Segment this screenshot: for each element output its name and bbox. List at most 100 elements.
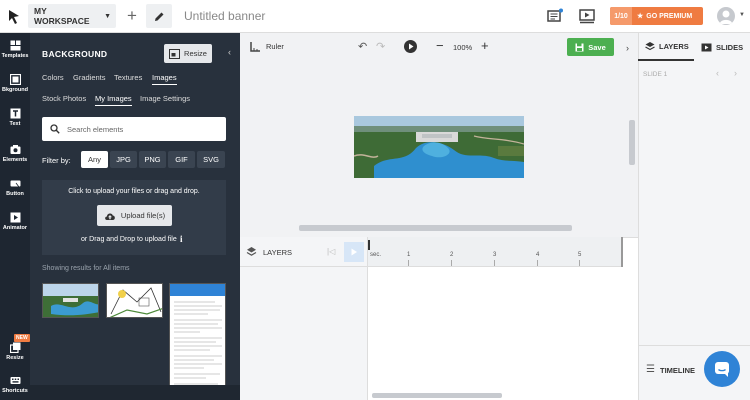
go-premium-button[interactable]: 1/10 ★ GO PREMIUM — [610, 7, 703, 25]
rail-item-elements[interactable]: Elements — [0, 144, 30, 163]
filter-gif[interactable]: GIF — [168, 151, 195, 168]
rail-label: Bkground — [2, 87, 28, 93]
tab-slides[interactable]: SLIDES — [696, 33, 750, 61]
tab-stock-photos[interactable]: Stock Photos — [42, 94, 86, 103]
chat-support-button[interactable] — [704, 351, 740, 387]
premium-label: GO PREMIUM — [646, 12, 693, 20]
rail-label: Shortcuts — [2, 388, 28, 394]
tab-my-images[interactable]: My Images — [95, 94, 132, 106]
add-button[interactable]: + — [121, 4, 143, 28]
chevron-right-icon[interactable]: › — [734, 68, 737, 78]
document-thumbnail-image — [170, 284, 225, 397]
user-icon — [719, 10, 733, 24]
image-thumbnail[interactable] — [106, 283, 163, 318]
elements-icon — [10, 145, 20, 154]
save-button[interactable]: Save — [567, 38, 614, 56]
resize-icon — [169, 48, 181, 59]
chat-icon — [715, 362, 729, 377]
filter-jpg[interactable]: JPG — [110, 151, 137, 168]
rail-item-resize[interactable]: Resize — [0, 342, 30, 361]
animator-icon — [10, 212, 20, 223]
upload-files-button[interactable]: Upload file(s) — [97, 205, 172, 226]
timeline-tick: 3 — [493, 252, 497, 258]
text-icon — [10, 108, 20, 119]
play-preview-button[interactable] — [404, 40, 417, 53]
timeline-play-button[interactable] — [344, 242, 364, 262]
upload-button-label: Upload file(s) — [120, 211, 166, 220]
filter-any[interactable]: Any — [81, 151, 108, 168]
background-icon — [9, 74, 21, 85]
rail-label: Templates — [1, 53, 29, 59]
timeline-tick: 1 — [407, 252, 411, 258]
user-avatar[interactable] — [717, 7, 735, 25]
tab-colors[interactable]: Colors — [42, 73, 64, 82]
premium-count: 1/10 — [610, 7, 632, 25]
banner-image[interactable] — [354, 116, 524, 178]
info-icon[interactable]: i — [180, 234, 183, 244]
ruler-icon[interactable] — [250, 41, 261, 52]
tab-images[interactable]: Images — [152, 73, 177, 85]
ruler-label[interactable]: Ruler — [266, 42, 284, 51]
resize-button[interactable]: Resize — [164, 44, 212, 63]
redo-icon[interactable]: ↷ — [376, 40, 385, 53]
new-badge: NEW — [14, 334, 30, 342]
timeline-end-marker[interactable] — [621, 237, 623, 267]
tab-gradients[interactable]: Gradients — [73, 73, 106, 82]
search-box[interactable] — [42, 117, 226, 141]
rail-item-button[interactable]: Button — [0, 178, 30, 197]
timeline-layers-label: LAYERS — [263, 248, 293, 257]
logo-icon — [9, 9, 19, 24]
play-icon — [351, 248, 357, 256]
tab-slides-label: SLIDES — [716, 42, 744, 52]
app-logo[interactable] — [0, 0, 28, 33]
rail-item-background[interactable]: Bkground — [0, 74, 30, 93]
zoom-out-button[interactable]: − — [436, 38, 444, 53]
timeline-tick: 4 — [536, 252, 540, 258]
timeline-icon[interactable]: ☰ — [646, 364, 655, 375]
vertical-scrollbar[interactable] — [629, 120, 635, 165]
results-text: Showing results for All items — [42, 265, 130, 272]
preview-player-icon[interactable] — [578, 8, 596, 24]
filter-label: Filter by: — [42, 156, 71, 165]
rail-item-shortcuts[interactable]: Shortcuts — [0, 375, 30, 394]
tab-layers[interactable]: LAYERS — [638, 33, 694, 61]
filter-svg[interactable]: SVG — [197, 151, 225, 168]
slide-label: SLIDE 1 — [643, 71, 668, 78]
save-label: Save — [588, 42, 606, 52]
horizontal-scrollbar[interactable] — [299, 225, 572, 231]
playhead[interactable] — [368, 240, 370, 250]
zoom-in-button[interactable]: + — [481, 38, 489, 53]
collapse-panel-icon[interactable]: ‹ — [228, 47, 231, 57]
edit-button[interactable] — [146, 4, 172, 28]
pencil-icon — [154, 12, 163, 21]
layers-icon — [246, 247, 257, 256]
workspace-dropdown[interactable]: MY WORKSPACE ▼ — [28, 4, 116, 28]
star-icon: ★ — [637, 13, 644, 20]
rail-label: Animator — [2, 225, 28, 231]
tick-mark — [537, 260, 538, 266]
chevron-left-icon[interactable]: ‹ — [716, 68, 719, 78]
keyboard-icon — [10, 377, 20, 384]
timeline-toggle[interactable]: TIMELINE — [660, 366, 695, 375]
undo-icon[interactable]: ↶ — [358, 40, 367, 53]
timeline-scrollbar[interactable] — [372, 393, 502, 398]
rail-item-text[interactable]: Text — [0, 108, 30, 127]
tab-image-settings[interactable]: Image Settings — [140, 94, 190, 103]
chevron-down-icon[interactable]: ▼ — [739, 12, 745, 18]
button-icon — [10, 180, 20, 189]
image-thumbnail[interactable] — [169, 283, 226, 398]
tick-mark — [494, 260, 495, 266]
tab-textures[interactable]: Textures — [114, 73, 142, 82]
comments-icon[interactable] — [546, 8, 564, 24]
chevron-down-icon: ▼ — [104, 12, 111, 20]
filter-png[interactable]: PNG — [139, 151, 166, 168]
search-input[interactable] — [67, 124, 217, 134]
drag-drop-text: or Drag and Drop to upload file — [81, 236, 177, 243]
document-title[interactable]: Untitled banner — [184, 9, 265, 23]
chevron-right-icon[interactable]: › — [626, 43, 629, 53]
skip-back-icon[interactable]: |◁ — [327, 247, 335, 256]
image-thumbnail[interactable] — [42, 283, 99, 318]
rail-item-animator[interactable]: Animator — [0, 212, 30, 231]
rail-item-templates[interactable]: Templates — [0, 40, 30, 59]
timeline-tick: sec. — [370, 252, 382, 258]
